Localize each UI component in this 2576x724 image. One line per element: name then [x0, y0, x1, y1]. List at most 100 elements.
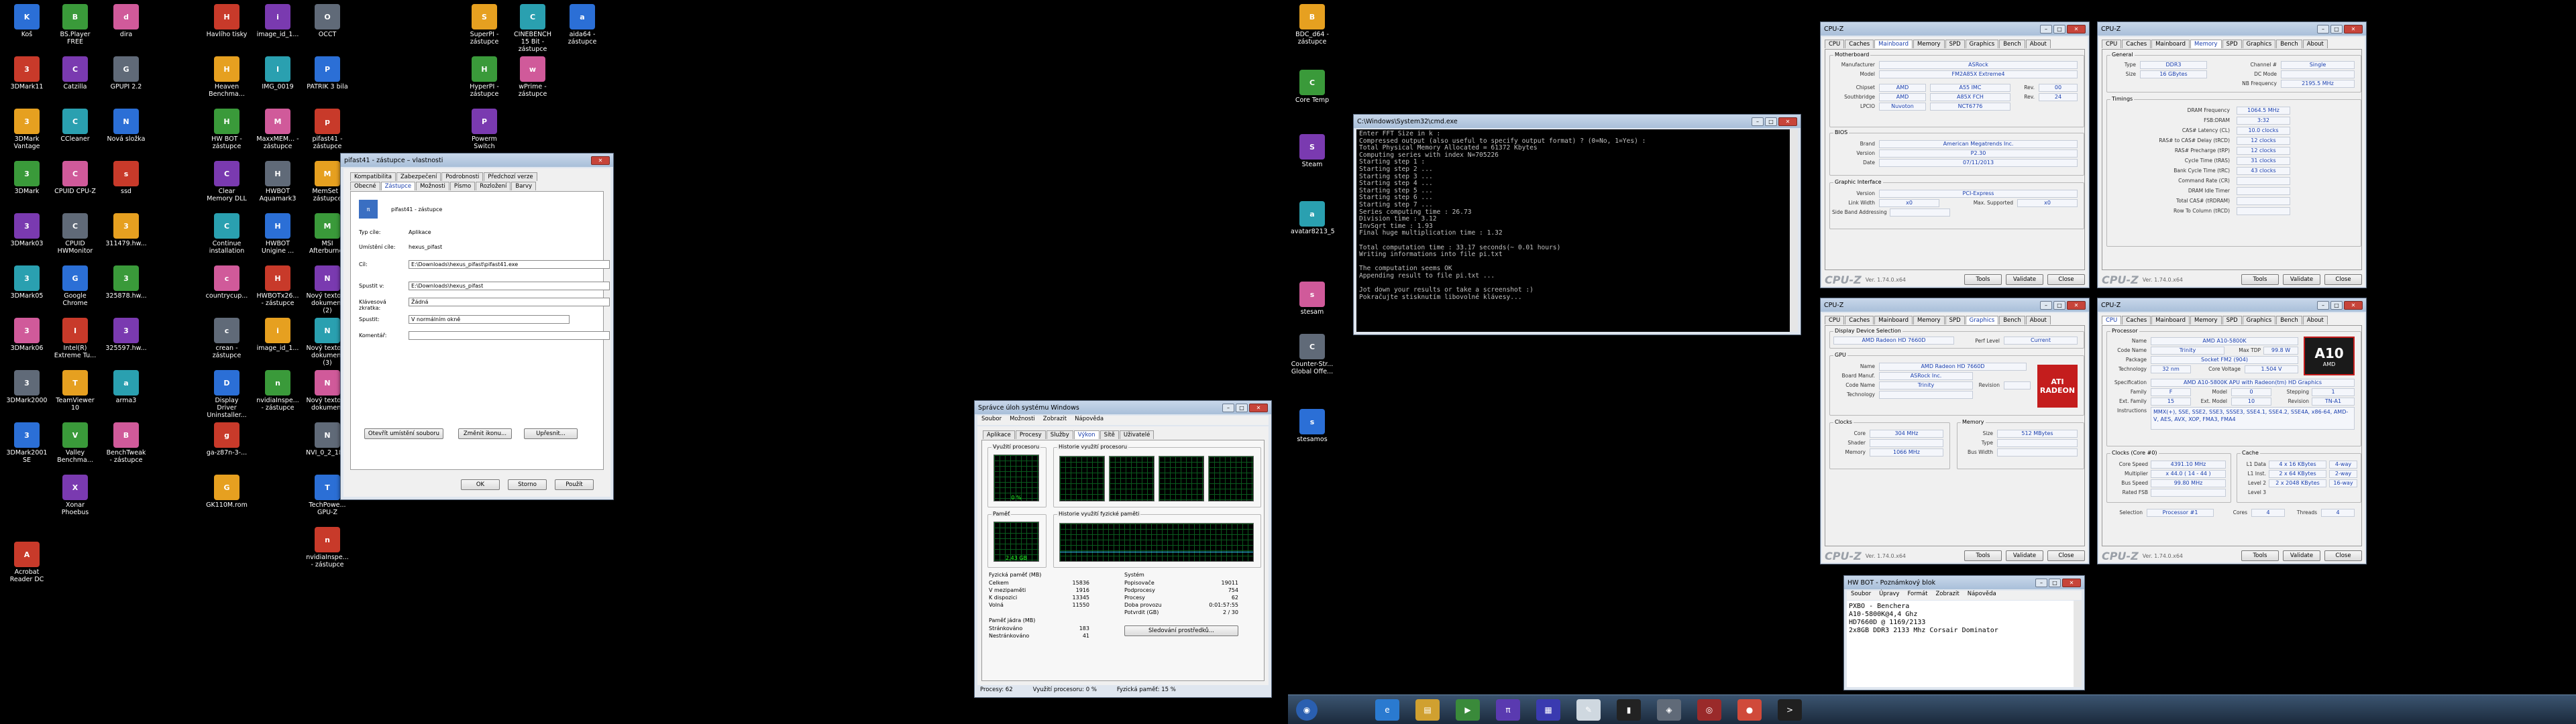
desktop-icon[interactable]: B BenchTweak - zástupce: [105, 422, 148, 464]
close-button[interactable]: ✕: [2067, 300, 2086, 310]
desktop-icon[interactable]: B BDC_d64 - zástupce: [1291, 4, 1334, 46]
tools-button[interactable]: Tools: [1964, 274, 2002, 285]
taskbar-console-icon[interactable]: >: [1778, 699, 1802, 721]
desktop-icon[interactable]: s stesam: [1291, 282, 1334, 316]
desktop-icon[interactable]: g ga-z87n-3-...: [205, 422, 248, 457]
desktop-icon[interactable]: p pifast41 - zástupce: [306, 109, 349, 150]
desktop-icon[interactable]: i image_id_1...: [256, 318, 299, 352]
desktop-icon[interactable]: C Core Temp: [1291, 70, 1334, 104]
taskbar-cpuz-icon[interactable]: ▦: [1536, 699, 1560, 721]
desktop-icon[interactable]: H Heaven Benchma...: [205, 56, 248, 98]
ok-button[interactable]: OK: [461, 479, 500, 490]
field-input[interactable]: V normálním okně: [409, 315, 570, 324]
cmd-output[interactable]: Enter FFT Size in k : Compressed output (…: [1356, 129, 1790, 332]
tab[interactable]: CPU: [2102, 40, 2122, 48]
maximize-button[interactable]: □: [2330, 300, 2343, 310]
maximize-button[interactable]: □: [2330, 24, 2343, 34]
tab[interactable]: Bench: [2276, 40, 2302, 48]
menu-item[interactable]: Nápověda: [1075, 416, 1104, 425]
taskbar-notepad-icon[interactable]: ✎: [1576, 699, 1601, 721]
desktop-icon[interactable]: n nvidiaInspe... - zástupce: [256, 370, 299, 412]
taskbar-pifast-icon[interactable]: π: [1496, 699, 1520, 721]
desktop-icon[interactable]: C Clear Memory DLL: [205, 161, 248, 202]
desktop-icon[interactable]: H Havlího tisky: [205, 4, 248, 38]
desktop-icon[interactable]: c countrycup...: [205, 265, 248, 300]
menu-item[interactable]: Zobrazit: [1935, 591, 1959, 600]
tab[interactable]: Mainboard: [1874, 40, 1913, 48]
close-button[interactable]: Close: [2047, 550, 2085, 561]
minimize-button[interactable]: –: [2035, 578, 2047, 587]
desktop-icon[interactable]: V Valley Benchma...: [54, 422, 97, 464]
properties-titlebar[interactable]: pifast41 - zástupce – vlastnosti ✕: [341, 154, 613, 167]
desktop-icon[interactable]: 3 3DMark: [5, 161, 48, 195]
resource-monitor-button[interactable]: Sledování prostředků...: [1124, 625, 1238, 636]
tab[interactable]: Bench: [2276, 316, 2302, 324]
cpuz-titlebar[interactable]: CPU-Z – □ ✕: [2098, 298, 2366, 312]
taskbar-chrome-icon[interactable]: ●: [1737, 699, 1762, 721]
cpuz-memory-window[interactable]: CPU-Z – □ ✕ CPU Caches Mainboard Memory SPD Graph…: [2097, 21, 2367, 288]
desktop-icon[interactable]: H HWBOT Aquamark3: [256, 161, 299, 202]
desktop-icon[interactable]: G Google Chrome: [54, 265, 97, 307]
tab[interactable]: About: [2025, 316, 2051, 324]
cpuz-mainboard-window[interactable]: CPU-Z – □ ✕ CPU Caches Mainboard Memory SPD Graph…: [1820, 21, 2090, 288]
desktop-icon[interactable]: S Steam: [1291, 134, 1334, 168]
cancel-button[interactable]: Storno: [508, 479, 547, 490]
desktop-icon[interactable]: a avatar8213_5: [1291, 201, 1335, 235]
tab[interactable]: Zástupce: [380, 182, 416, 190]
notepad-text[interactable]: PXBO - Benchera A10-5800K@4,4 Ghz HD7660D …: [1847, 601, 2074, 687]
close-button[interactable]: Close: [2047, 274, 2085, 285]
tab[interactable]: Uživatelé: [1119, 430, 1155, 439]
tools-button[interactable]: Tools: [1964, 550, 2002, 561]
field-input[interactable]: E:\Downloads\hexus_pifast: [409, 282, 610, 290]
tab[interactable]: Caches: [2122, 40, 2151, 48]
validate-button[interactable]: Validate: [2283, 550, 2320, 561]
tab[interactable]: Memory: [1913, 316, 1945, 324]
minimize-button[interactable]: –: [2317, 300, 2329, 310]
field-input[interactable]: E:\Downloads\hexus_pifast\pifast41.exe: [409, 260, 610, 269]
desktop-icon[interactable]: C Continue installation: [205, 213, 248, 255]
tab[interactable]: Graphics: [1965, 40, 1999, 48]
menu-item[interactable]: Úpravy: [1879, 591, 1899, 600]
tab[interactable]: SPD: [1945, 40, 1965, 48]
tab[interactable]: Výkon: [1073, 430, 1099, 439]
tab[interactable]: Memory: [2190, 40, 2222, 48]
cpuz-graphics-window[interactable]: CPU-Z – □ ✕ CPU Caches Mainboard Memory SPD Graph…: [1820, 298, 2090, 564]
notepad-window[interactable]: HW BOT - Poznámkový blok – □ ✕ Soubor Úpr…: [1843, 575, 2085, 690]
tab[interactable]: Memory: [1913, 40, 1945, 48]
tab[interactable]: Caches: [1845, 40, 1874, 48]
minimize-button[interactable]: –: [2040, 24, 2052, 34]
close-button[interactable]: ✕: [2062, 578, 2081, 587]
validate-button[interactable]: Validate: [2006, 550, 2043, 561]
tab[interactable]: Obecné: [350, 182, 380, 190]
tab[interactable]: Služby: [1046, 430, 1073, 439]
tab[interactable]: CPU: [1825, 316, 1845, 324]
cmd-scrollbar[interactable]: [1790, 129, 1798, 332]
close-button[interactable]: ✕: [1778, 117, 1797, 126]
tab[interactable]: Graphics: [2242, 316, 2276, 324]
cpuz-titlebar[interactable]: CPU-Z – □ ✕: [1821, 298, 2089, 312]
tab[interactable]: About: [2302, 40, 2328, 48]
close-button[interactable]: ✕: [2344, 24, 2363, 34]
minimize-button[interactable]: –: [2040, 300, 2052, 310]
desktop-icon[interactable]: 3 3DMark06: [5, 318, 48, 352]
tab[interactable]: Rozložení: [476, 182, 511, 190]
desktop-icon[interactable]: s ssd: [105, 161, 148, 195]
tab[interactable]: Barvy: [511, 182, 537, 190]
tab[interactable]: Caches: [1845, 316, 1874, 324]
advanced-button[interactable]: Upřesnit...: [524, 428, 578, 439]
desktop-icon[interactable]: K Koš: [5, 4, 48, 38]
apply-button[interactable]: Použít: [555, 479, 594, 490]
desktop-icon[interactable]: C CPUID HWMonitor: [54, 213, 97, 255]
taskmgr-titlebar[interactable]: Správce úloh systému Windows – □ ✕: [975, 401, 1271, 414]
menu-item[interactable]: Zobrazit: [1043, 416, 1067, 425]
tab[interactable]: CPU: [1825, 40, 1845, 48]
tab[interactable]: Mainboard: [2151, 316, 2190, 324]
tools-button[interactable]: Tools: [2241, 550, 2279, 561]
menu-item[interactable]: Formát: [1907, 591, 1927, 600]
tab[interactable]: Aplikace: [983, 430, 1015, 439]
maximize-button[interactable]: □: [1236, 403, 1248, 412]
desktop-icon[interactable]: 3 3DMark03: [5, 213, 48, 247]
desktop-icon[interactable]: C CCleaner: [54, 109, 97, 143]
taskbar-ie-icon[interactable]: e: [1375, 699, 1399, 721]
desktop-icon[interactable]: C Catzilla: [54, 56, 97, 90]
